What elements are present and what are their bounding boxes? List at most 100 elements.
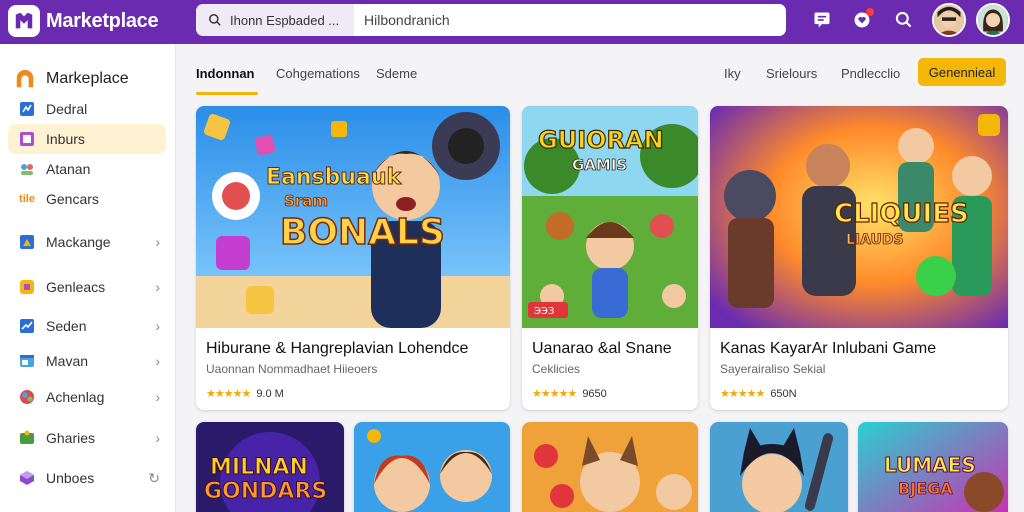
- game-art-subtitle: GAMIS: [572, 156, 627, 174]
- chevron-right-icon: ›: [155, 318, 160, 334]
- game-artwork-image: [710, 422, 848, 512]
- sidebar-item-label: Gencars: [46, 191, 99, 207]
- notifications-button[interactable]: [850, 8, 874, 32]
- avatar[interactable]: [976, 3, 1010, 37]
- filter-pndlecclio[interactable]: Pndlecclio: [841, 66, 900, 81]
- active-tab-indicator: [196, 92, 258, 95]
- tab-sdeme[interactable]: Sdeme: [376, 66, 417, 81]
- game-art-subtitle: Sram: [284, 192, 328, 210]
- search-button[interactable]: [892, 8, 916, 32]
- game-art-subtitle: GONDARS: [204, 479, 327, 504]
- game-art-subtitle: BJEGA: [898, 479, 953, 498]
- game-card[interactable]: Eansbuauk Sram BONALS Hiburane & Hangrep…: [196, 106, 510, 410]
- message-icon: [814, 12, 830, 28]
- sidebar: Markeplace Dedral Inburs Atanan tile Gen…: [0, 44, 176, 512]
- cube-icon: [18, 469, 36, 487]
- search-scope-select[interactable]: Ihonn Espbaded ...: [196, 4, 354, 36]
- sidebar-item-dedral[interactable]: Dedral: [8, 94, 166, 124]
- notification-dot: [866, 8, 874, 16]
- sidebar-item-atanan[interactable]: Atanan: [8, 154, 166, 184]
- game-card[interactable]: MILNAN GONDARS: [196, 422, 344, 512]
- sidebar-item-label: Inburs: [46, 131, 85, 147]
- sidebar-header[interactable]: Markeplace: [14, 68, 129, 90]
- game-art-logo: BONALS: [280, 212, 445, 253]
- game-artwork-image: [354, 422, 510, 512]
- tab-cohgemations[interactable]: Cohgemations: [276, 66, 360, 81]
- card-rating: ★★★★★ 650N: [720, 387, 797, 400]
- marketplace-arch-icon: [16, 69, 34, 88]
- people-icon: [18, 160, 36, 178]
- box-icon: [18, 130, 36, 148]
- puzzle-icon: [18, 429, 36, 447]
- sidebar-item-label: Gharies: [46, 430, 96, 446]
- chevron-right-icon: ›: [155, 430, 160, 446]
- star-rating: ★★★★★: [532, 388, 577, 400]
- game-artwork-image: GUIORAN GAMIS ЭЭЗ: [522, 106, 698, 328]
- sidebar-item-label: Dedral: [46, 101, 88, 117]
- avatar-face-icon: [934, 5, 964, 35]
- sidebar-item-label: Atanan: [46, 161, 91, 177]
- top-bar: Marketplace Ihonn Espbaded ...: [0, 0, 1024, 44]
- game-art-title: Eansbuauk: [266, 165, 403, 190]
- rating-count: 650N: [770, 388, 797, 400]
- sidebar-item-unboes[interactable]: Unboes ↻: [8, 463, 166, 493]
- game-badge-label: ЭЭЗ: [534, 306, 554, 317]
- sidebar-item-genleacs[interactable]: Genleacs ›: [8, 272, 166, 302]
- game-artwork-image: MILNAN GONDARS: [196, 422, 344, 512]
- rating-count: 9.0 M: [256, 388, 284, 400]
- chart-icon: [18, 100, 36, 118]
- trend-icon: [18, 317, 36, 335]
- sub-navigation: Indonnan Cohgemations Sdeme Iky Srielour…: [176, 44, 1024, 96]
- refresh-icon: ↻: [148, 469, 160, 486]
- game-art-logo: LUMAES: [884, 453, 976, 477]
- game-card[interactable]: CLIQUIES LIAUDS Kanas KayarAr Inlubani G…: [710, 106, 1008, 410]
- game-card[interactable]: [522, 422, 698, 512]
- tile-icon: tile: [19, 193, 35, 205]
- rating-count: 9650: [582, 388, 607, 400]
- messages-button[interactable]: [810, 8, 834, 32]
- filter-srielours[interactable]: Srielours: [766, 66, 817, 81]
- sidebar-item-mackange[interactable]: Mackange ›: [8, 227, 166, 257]
- game-artwork-image: CLIQUIES LIAUDS: [710, 106, 1008, 328]
- chevron-right-icon: ›: [155, 279, 160, 295]
- tab-indonnan[interactable]: Indonnan: [196, 66, 255, 81]
- sidebar-title: Markeplace: [46, 70, 129, 87]
- card-subtitle: Uaonnan Nommadhaet Hiieoers: [206, 362, 378, 376]
- sidebar-item-seden[interactable]: Seden ›: [8, 311, 166, 341]
- card-subtitle: Sayerairaliso Sekial: [720, 362, 826, 376]
- game-card[interactable]: [710, 422, 848, 512]
- sidebar-item-gharies[interactable]: Gharies ›: [8, 423, 166, 453]
- game-card[interactable]: GUIORAN GAMIS ЭЭЗ Uanarao &al Snane Cekl…: [522, 106, 698, 410]
- game-artwork-image: LUMAES BJEGA: [858, 422, 1008, 512]
- chevron-right-icon: ›: [155, 234, 160, 250]
- game-card[interactable]: LUMAES BJEGA: [858, 422, 1008, 512]
- sidebar-item-inburs[interactable]: Inburs: [8, 124, 166, 154]
- chevron-right-icon: ›: [155, 389, 160, 405]
- filter-iky[interactable]: Iky: [724, 66, 741, 81]
- game-art-logo: CLIQUIES: [834, 199, 969, 229]
- sidebar-item-label: Mackange: [46, 234, 111, 250]
- sidebar-item-mavan[interactable]: Mavan ›: [8, 346, 166, 376]
- sidebar-item-label: Unboes: [46, 470, 95, 486]
- game-card[interactable]: [354, 422, 510, 512]
- sidebar-item-label: Genleacs: [46, 279, 106, 295]
- search-input[interactable]: [354, 4, 786, 36]
- card-title: Kanas KayarAr Inlubani Game: [720, 340, 937, 357]
- brand-name: Marketplace: [46, 10, 159, 32]
- sidebar-item-achenlag[interactable]: Achenlag ›: [8, 382, 166, 412]
- globe-icon: [18, 388, 36, 406]
- sidebar-item-label: Seden: [46, 318, 87, 334]
- card-title: Uanarao &al Snane: [532, 340, 672, 357]
- logo-mark-icon: [15, 12, 33, 29]
- genennieal-button[interactable]: Genennieal: [918, 58, 1006, 86]
- marketplace-logo[interactable]: [8, 5, 40, 37]
- card-title: Hiburane & Hangreplavian Lohendce: [206, 340, 469, 357]
- game-art-logo: MILNAN: [210, 455, 308, 480]
- avatar[interactable]: [932, 3, 966, 37]
- sidebar-item-gencars[interactable]: tile Gencars: [8, 184, 166, 214]
- game-art-subtitle: LIAUDS: [846, 232, 904, 248]
- card-subtitle: Ceklicies: [532, 362, 581, 376]
- card-rating: ★★★★★ 9.0 M: [206, 387, 284, 400]
- search-scope-label: Ihonn Espbaded ...: [230, 12, 340, 28]
- star-rating: ★★★★★: [206, 388, 251, 400]
